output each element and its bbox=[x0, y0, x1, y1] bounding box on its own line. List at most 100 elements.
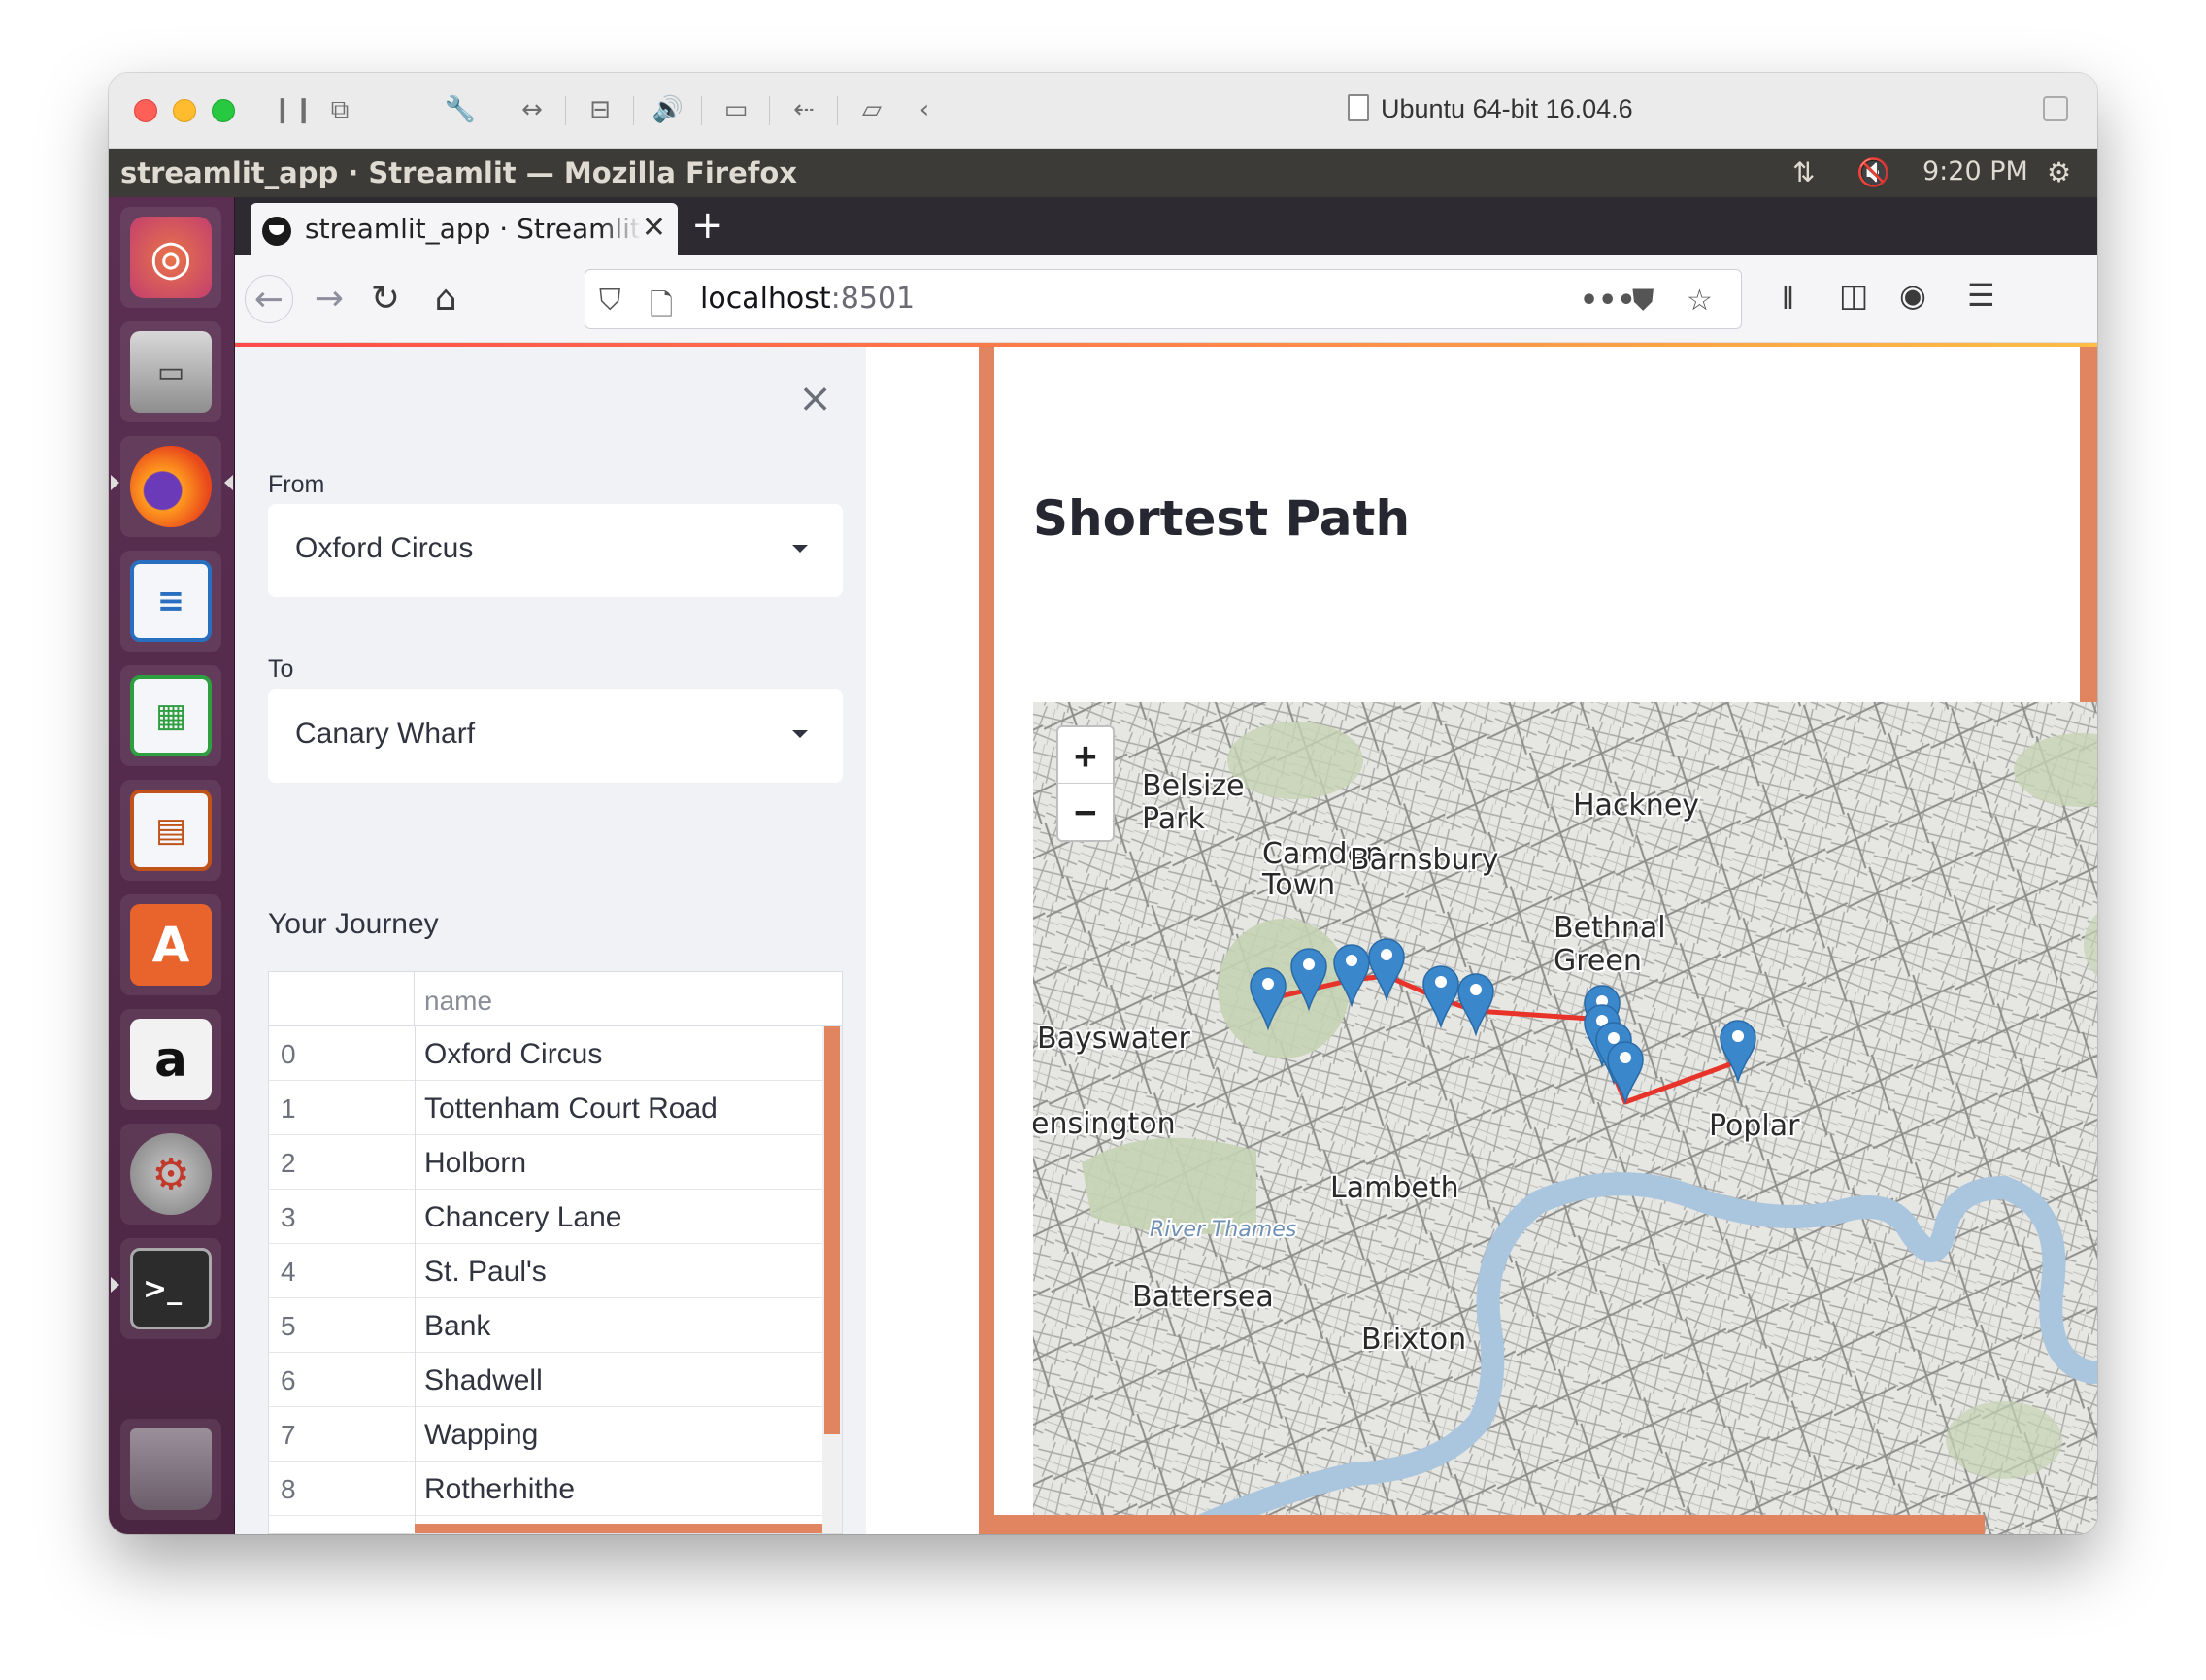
map-place-label: River Thames bbox=[1150, 1218, 1296, 1242]
map-place-label: ensington bbox=[1033, 1107, 1176, 1141]
map-view[interactable]: Belsize Park Camden Town Barnsbury Hackney B… bbox=[1033, 702, 2097, 1534]
chevron-down-icon bbox=[792, 730, 808, 738]
map-tiles[interactable]: Belsize ParkCamden TownBarnsburyHackneyB… bbox=[1033, 702, 2097, 1534]
row-index: 7 bbox=[281, 1420, 296, 1450]
menu-hamburger-icon[interactable]: ☰ bbox=[1967, 277, 1995, 314]
table-row[interactable]: 5 Bank bbox=[269, 1298, 842, 1353]
power-gear-icon[interactable]: ⚙ bbox=[2047, 156, 2071, 188]
minimize-window-button[interactable] bbox=[173, 99, 196, 122]
zoom-out-button[interactable]: − bbox=[1058, 784, 1113, 840]
fullscreen-icon[interactable] bbox=[2043, 96, 2068, 121]
zoom-control: + − bbox=[1056, 725, 1115, 842]
firefox-icon bbox=[130, 446, 212, 527]
panel-clock[interactable]: 9:20 PM bbox=[1922, 156, 2028, 186]
table-scrollbar-thumb[interactable] bbox=[824, 1026, 840, 1434]
table-header: name bbox=[269, 972, 842, 1026]
library-icon[interactable]: 𝍪 bbox=[1783, 277, 1793, 329]
from-select[interactable]: Oxford Circus bbox=[268, 504, 843, 597]
shield-icon[interactable]: ⛉ bbox=[599, 284, 621, 318]
to-select[interactable]: Canary Wharf bbox=[268, 689, 843, 783]
map-place-label: Barnsbury bbox=[1350, 843, 1499, 877]
map-place-label: Poplar bbox=[1709, 1109, 1800, 1143]
to-select-value: Canary Wharf bbox=[295, 718, 476, 750]
table-horizontal-scrollbar[interactable] bbox=[415, 1524, 822, 1533]
active-window-title: streamlit_app · Streamlit — Mozilla Fire… bbox=[120, 156, 797, 189]
wrench-icon[interactable]: 🔧 bbox=[441, 90, 480, 129]
more-actions-icon[interactable]: ••• bbox=[1580, 284, 1636, 318]
zoom-in-button[interactable]: + bbox=[1058, 727, 1113, 784]
from-select-value: Oxford Circus bbox=[295, 532, 474, 564]
sidebar-close-icon[interactable]: × bbox=[798, 374, 832, 421]
chevron-down-icon bbox=[792, 545, 808, 553]
software-bag-icon: A bbox=[130, 904, 212, 986]
table-vertical-scrollbar[interactable] bbox=[822, 1026, 842, 1533]
vm-window: ❙❙ ⧉ 🔧 ↔ ⊟ 🔊 ▭ ⇠ ▱ ‹ Ubuntu 64-bit 16.04… bbox=[109, 73, 2097, 1534]
table-row[interactable]: 3 Chancery Lane bbox=[269, 1190, 842, 1244]
row-index: 6 bbox=[281, 1365, 296, 1395]
close-window-button[interactable] bbox=[134, 99, 157, 122]
launcher-trash[interactable] bbox=[120, 1419, 221, 1520]
network-transfer-icon[interactable]: ⇅ bbox=[1792, 156, 1815, 188]
row-name: Chancery Lane bbox=[424, 1201, 622, 1233]
main-left-scrollbar[interactable] bbox=[979, 347, 994, 1534]
journey-table[interactable]: name 0 Oxford Circus 1 Tottenham Court Road… bbox=[268, 971, 843, 1534]
launcher-files[interactable]: ▭ bbox=[120, 321, 221, 422]
unity-launcher: ◎ ▭ ≡ ▦ ▤ A a ⚙ >_ bbox=[109, 197, 235, 1534]
pocket-icon[interactable]: ⛊ bbox=[1632, 284, 1654, 318]
chevron-left-icon[interactable]: ‹ bbox=[905, 90, 944, 129]
table-row[interactable]: 4 St. Paul's bbox=[269, 1244, 842, 1298]
reload-icon[interactable]: ↻ bbox=[361, 275, 410, 323]
vm-file-icon bbox=[1348, 94, 1369, 121]
table-row[interactable]: 7 Wapping bbox=[269, 1407, 842, 1462]
firefox-navigation-bar: ← → ↻ ⌂ ⛉ 🗋 localhost:8501 ••• ⛊ ☆ 𝍪 ◫ ◉… bbox=[235, 255, 2097, 343]
volume-muted-icon[interactable]: 🔇 bbox=[1856, 156, 1890, 188]
row-index: 5 bbox=[281, 1311, 296, 1341]
table-row[interactable]: 1 Tottenham Court Road bbox=[269, 1081, 842, 1135]
home-icon[interactable]: ⌂ bbox=[421, 275, 470, 323]
column-header-name[interactable]: name bbox=[424, 986, 492, 1017]
tab-streamlit-app[interactable]: streamlit_app · Streamlit ✕ bbox=[251, 203, 678, 255]
main-horizontal-scrollbar[interactable] bbox=[994, 1515, 1985, 1534]
page-title: Shortest Path bbox=[1033, 490, 1411, 547]
table-row[interactable]: 6 Shadwell bbox=[269, 1353, 842, 1407]
launcher-calc[interactable]: ▦ bbox=[120, 665, 221, 766]
launcher-software[interactable]: A bbox=[120, 894, 221, 995]
usb-icon[interactable]: ⇠ bbox=[785, 90, 823, 129]
tab-close-icon[interactable]: ✕ bbox=[642, 211, 666, 245]
table-row[interactable]: 0 Oxford Circus bbox=[269, 1026, 842, 1081]
account-icon[interactable]: ◉ bbox=[1899, 277, 1926, 314]
launcher-writer[interactable]: ≡ bbox=[120, 551, 221, 652]
table-row[interactable]: 8 Rotherhithe bbox=[269, 1462, 842, 1516]
new-tab-plus-icon[interactable]: + bbox=[691, 203, 724, 248]
zoom-window-button[interactable] bbox=[212, 99, 235, 122]
ubuntu-logo-icon: ◎ bbox=[130, 217, 212, 298]
disk-icon[interactable]: ⊟ bbox=[581, 90, 619, 129]
table-row[interactable]: 2 Holborn bbox=[269, 1135, 842, 1190]
launcher-dash[interactable]: ◎ bbox=[120, 207, 221, 308]
pause-icon[interactable]: ❙❙ bbox=[272, 90, 315, 129]
url-text[interactable]: localhost:8501 bbox=[700, 282, 915, 316]
forward-arrow-icon[interactable]: → bbox=[305, 275, 353, 323]
launcher-amazon[interactable]: a bbox=[120, 1009, 221, 1110]
camera-icon[interactable]: ▭ bbox=[717, 90, 755, 129]
bookmark-star-icon[interactable]: ☆ bbox=[1687, 284, 1713, 318]
row-index: 4 bbox=[281, 1257, 296, 1287]
row-index: 0 bbox=[281, 1039, 296, 1069]
map-place-label: Bayswater bbox=[1037, 1022, 1190, 1056]
map-place-label: Battersea bbox=[1132, 1280, 1274, 1314]
launcher-firefox[interactable] bbox=[120, 436, 221, 537]
back-arrow-icon[interactable]: ← bbox=[245, 275, 293, 323]
row-name: Shadwell bbox=[424, 1364, 543, 1396]
sound-icon[interactable]: 🔊 bbox=[649, 90, 687, 129]
shared-folder-icon[interactable]: ▱ bbox=[852, 90, 891, 129]
launcher-settings[interactable]: ⚙ bbox=[120, 1124, 221, 1225]
network-arrows-icon[interactable]: ↔ bbox=[513, 90, 552, 129]
sidebar-toggle-icon[interactable]: ◫ bbox=[1839, 277, 1868, 314]
launcher-terminal[interactable]: >_ bbox=[120, 1238, 221, 1339]
launcher-impress[interactable]: ▤ bbox=[120, 780, 221, 881]
url-bar[interactable]: ⛉ 🗋 localhost:8501 ••• ⛊ ☆ bbox=[585, 269, 1742, 329]
snapshot-icon[interactable]: ⧉ bbox=[320, 90, 359, 129]
ubuntu-top-panel: streamlit_app · Streamlit — Mozilla Fire… bbox=[109, 149, 2097, 197]
row-name: Bank bbox=[424, 1310, 491, 1342]
from-label: From bbox=[268, 471, 325, 498]
